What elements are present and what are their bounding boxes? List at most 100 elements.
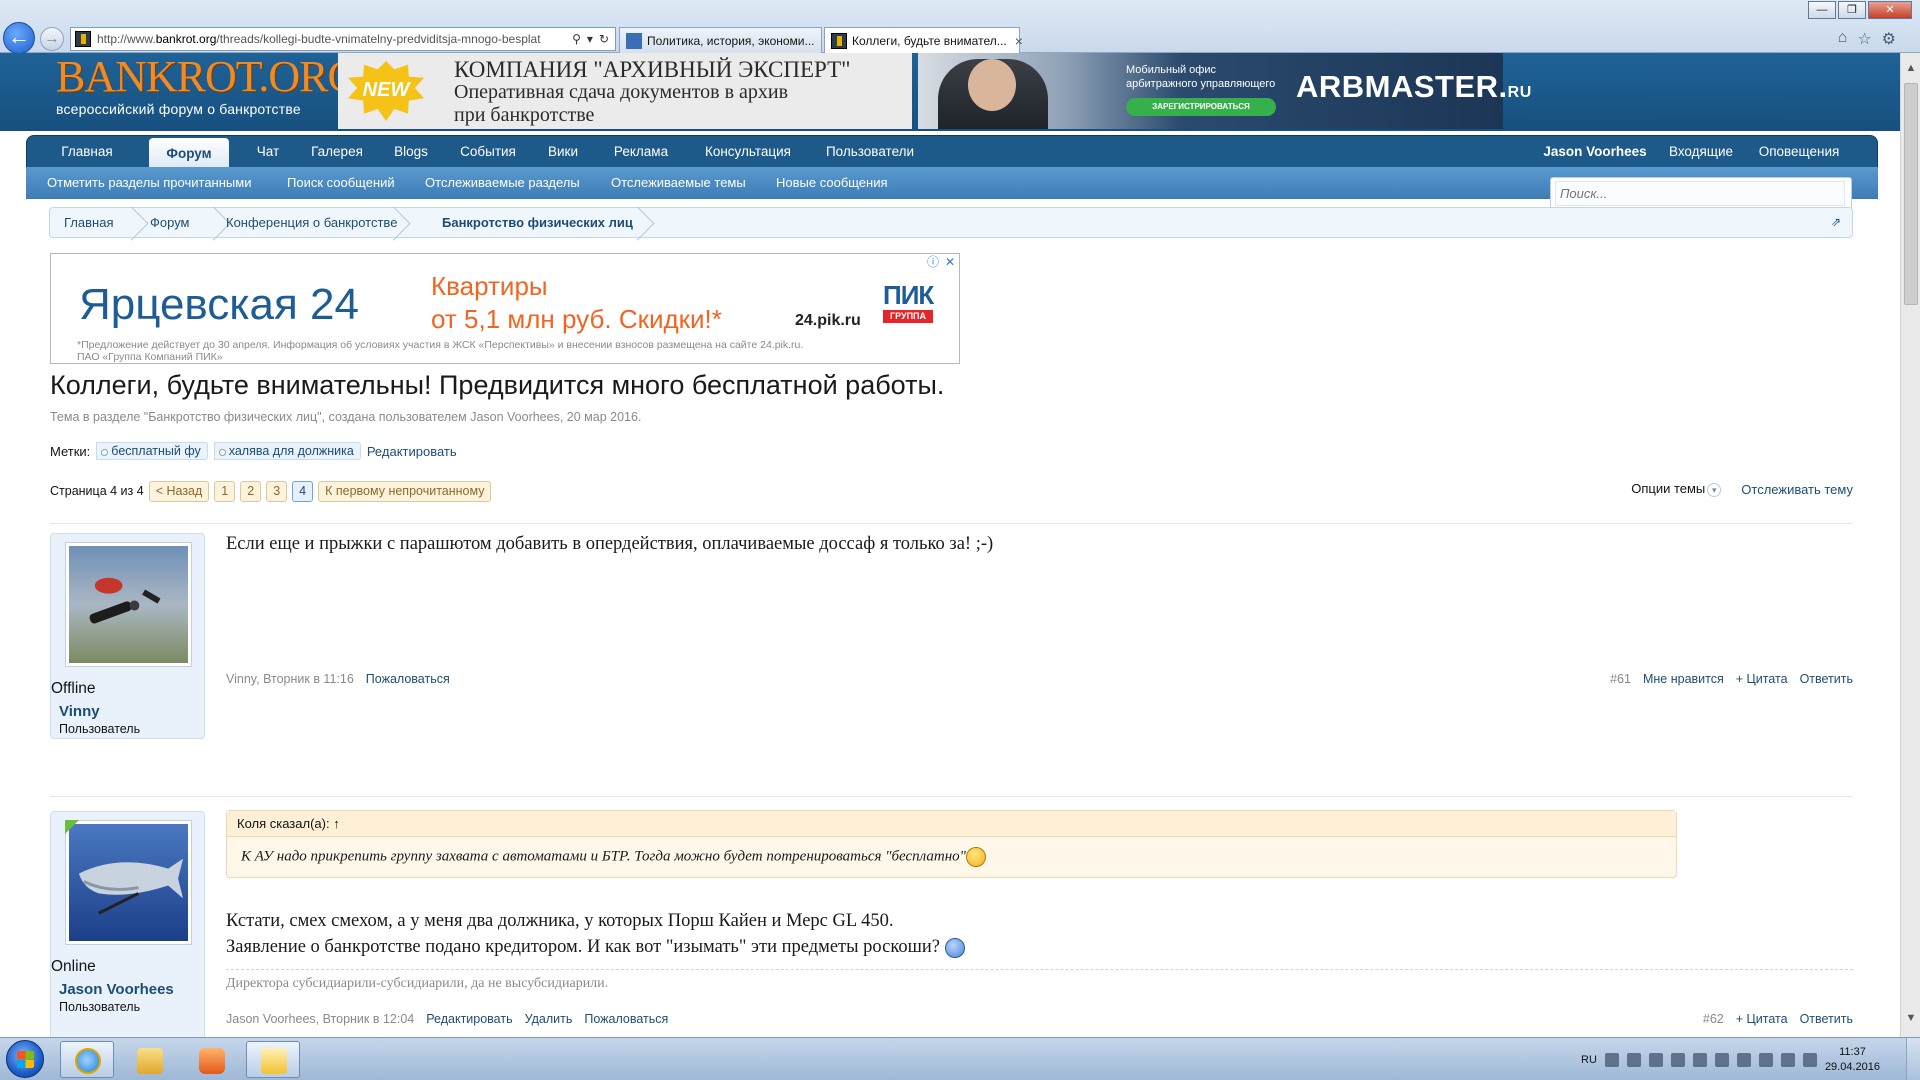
report-link[interactable]: Пожаловаться (584, 1012, 668, 1026)
tray-app-icon[interactable] (1670, 1052, 1685, 1067)
reply-button[interactable]: Ответить (1800, 1012, 1853, 1026)
browser-tab-current[interactable]: Коллеги, будьте внимател... × (824, 27, 1023, 53)
taskbar-explorer[interactable] (122, 1041, 176, 1078)
avatar[interactable] (65, 542, 192, 667)
breadcrumb-forum[interactable]: Форум (150, 208, 190, 237)
subnav-new-posts[interactable]: Новые сообщения (776, 167, 888, 199)
nav-tab-chat[interactable]: Чат (245, 136, 291, 168)
taskbar-ie[interactable] (60, 1041, 114, 1078)
quote-button[interactable]: + Цитата (1736, 672, 1788, 686)
subnav-search-messages[interactable]: Поиск сообщений (287, 167, 395, 199)
reply-button[interactable]: Ответить (1800, 672, 1853, 686)
nav-tab-wiki[interactable]: Вики (539, 136, 587, 168)
banner-register-button[interactable]: ЗАРЕГИСТРИРОВАТЬСЯ (1126, 98, 1276, 116)
breadcrumb-separator (210, 208, 224, 237)
watch-thread-link[interactable]: Отслеживать тему (1741, 482, 1853, 497)
tag-freebie[interactable]: халява для должника (213, 442, 361, 460)
nav-tab-consult[interactable]: Консультация (695, 136, 801, 168)
post-number[interactable]: #62 (1703, 1012, 1724, 1026)
tags-edit-link[interactable]: Редактировать (367, 444, 457, 459)
quote-header[interactable]: Коля сказал(а): ↑ (227, 811, 1676, 837)
browser-tab-politics[interactable]: Политика, история, экономи... (619, 27, 822, 53)
tray-app-icon[interactable] (1692, 1052, 1707, 1067)
post-username[interactable]: Jason Voorhees (59, 981, 174, 998)
nav-tab-blogs[interactable]: Blogs (385, 136, 437, 168)
address-bar[interactable]: http://www.bankrot.org/threads/kollegi-b… (70, 27, 616, 51)
edit-link[interactable]: Редактировать (426, 1012, 512, 1026)
thread-options-menu[interactable]: Опции темы ▾ (1631, 481, 1722, 497)
breadcrumb-current[interactable]: Банкротство физических лиц (442, 208, 633, 237)
tray-app-icon[interactable] (1604, 1052, 1619, 1067)
page-prev-button[interactable]: < Назад (148, 480, 210, 502)
start-button[interactable] (6, 1040, 44, 1078)
subnav-watched-forums[interactable]: Отслеживаемые разделы (425, 167, 580, 199)
page-4-button[interactable]: 4 (292, 480, 314, 502)
nav-tab-users[interactable]: Пользователи (817, 136, 923, 168)
post-author-date[interactable]: Jason Voorhees, Вторник в 12:04 (226, 1012, 414, 1026)
back-button[interactable]: ← (3, 22, 35, 54)
tray-app-icon[interactable] (1736, 1052, 1751, 1067)
site-logo[interactable]: BANKROT.ORG всероссийский форум о банкро… (56, 55, 359, 125)
nav-tab-events[interactable]: События (451, 136, 525, 168)
home-icon[interactable]: ⌂ (1838, 29, 1848, 49)
post-username[interactable]: Vinny (59, 703, 100, 720)
tab-close-icon[interactable]: × (1015, 33, 1023, 49)
ad-close-icon[interactable]: ✕ (943, 255, 957, 269)
vertical-scrollbar[interactable]: ▲ ▼ (1900, 53, 1920, 1037)
tray-app-icon[interactable] (1758, 1052, 1773, 1067)
like-button[interactable]: Мне нравится (1643, 672, 1724, 686)
tray-app-icon[interactable] (1714, 1052, 1729, 1067)
nav-current-user[interactable]: Jason Voorhees (1535, 136, 1655, 168)
nav-tab-ads[interactable]: Реклама (603, 136, 679, 168)
subnav-mark-read[interactable]: Отметить разделы прочитанными (47, 167, 251, 199)
nav-tab-home[interactable]: Главная (49, 136, 125, 168)
address-dropdown-icon[interactable]: ▾ (587, 32, 593, 46)
volume-icon[interactable] (1802, 1052, 1817, 1067)
scroll-down-icon[interactable]: ▼ (1904, 1011, 1918, 1025)
breadcrumb-conference[interactable]: Конференция о банкротстве (226, 208, 397, 237)
forward-button[interactable]: → (40, 27, 64, 51)
ad-info-icon[interactable]: ⓘ (926, 255, 940, 269)
tag-free[interactable]: бесплатный фу (96, 442, 208, 460)
nav-alerts[interactable]: Оповещения (1751, 136, 1847, 168)
subnav-watched-threads[interactable]: Отслеживаемые темы (611, 167, 746, 199)
taskbar-clock[interactable]: 11:37 29.04.2016 (1825, 1045, 1880, 1075)
page-1-button[interactable]: 1 (214, 480, 236, 502)
thread-tools: Опции темы ▾ Отслеживать тему (1631, 481, 1853, 497)
maximize-button[interactable]: ❐ (1838, 1, 1866, 19)
quote-button[interactable]: + Цитата (1736, 1012, 1788, 1026)
banner-arbmaster[interactable]: Мобильный офис арбитражного управляющего … (918, 53, 1531, 129)
breadcrumb-home[interactable]: Главная (64, 208, 113, 237)
nav-tab-forum[interactable]: Форум (149, 138, 229, 168)
first-unread-button[interactable]: К первому непрочитанному (318, 480, 492, 502)
post-author-date[interactable]: Vinny, Вторник в 11:16 (226, 672, 354, 686)
language-indicator[interactable]: RU (1581, 1054, 1597, 1066)
ad-banner-pik[interactable]: ⓘ ✕ Ярцевская 24 Квартиры от 5,1 млн руб.… (50, 253, 960, 364)
refresh-icon[interactable]: ↻ (599, 32, 609, 46)
post-number[interactable]: #61 (1610, 672, 1631, 686)
favorites-icon[interactable]: ☆ (1857, 29, 1871, 49)
banner-archive-expert[interactable]: NEW КОМПАНИЯ "АРХИВНЫЙ ЭКСПЕРТ" Оператив… (338, 53, 912, 129)
nav-tab-gallery[interactable]: Галерея (303, 136, 371, 168)
search-input[interactable] (1555, 181, 1845, 206)
taskbar-media-player[interactable] (184, 1041, 238, 1078)
minimize-button[interactable]: — (1808, 1, 1836, 19)
address-url[interactable]: http://www.bankrot.org/threads/kollegi-b… (97, 32, 557, 46)
delete-link[interactable]: Удалить (525, 1012, 573, 1026)
taskbar-mail[interactable] (246, 1041, 300, 1078)
close-window-button[interactable]: ✕ (1868, 1, 1912, 19)
page-3-button[interactable]: 3 (266, 480, 288, 502)
breadcrumb-jump-icon[interactable]: ⇗ (1831, 216, 1844, 229)
scrollbar-thumb[interactable] (1904, 83, 1918, 305)
nav-inbox[interactable]: Входящие (1663, 136, 1739, 168)
settings-gear-icon[interactable]: ⚙ (1882, 29, 1896, 49)
tray-app-icon[interactable] (1648, 1052, 1663, 1067)
avatar[interactable] (65, 820, 192, 945)
address-search-icon[interactable]: ⚲ (572, 32, 581, 46)
network-icon[interactable] (1780, 1052, 1795, 1067)
report-link[interactable]: Пожаловаться (366, 672, 450, 686)
page-2-button[interactable]: 2 (240, 480, 262, 502)
tray-app-icon[interactable] (1626, 1052, 1641, 1067)
scroll-up-icon[interactable]: ▲ (1904, 61, 1918, 75)
show-desktop-button[interactable] (1906, 1038, 1920, 1080)
